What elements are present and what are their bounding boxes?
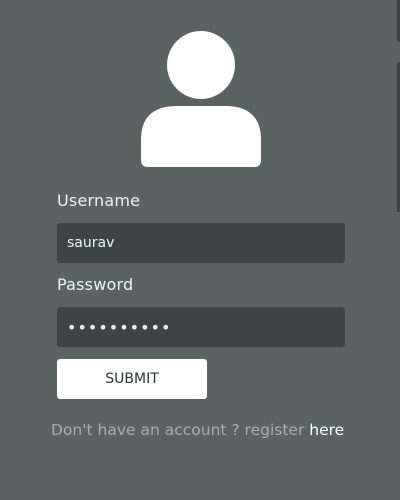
register-prompt: Don't have an account ? register here (51, 421, 371, 439)
submit-button[interactable]: SUBMIT (57, 359, 207, 399)
register-prompt-text: Don't have an account ? register (51, 421, 305, 439)
username-label: Username (57, 191, 141, 210)
user-avatar-icon (141, 30, 261, 167)
password-input[interactable] (57, 307, 345, 347)
login-page: Username Password SUBMIT Don't have an a… (0, 0, 400, 500)
username-input[interactable] (57, 223, 345, 263)
register-here-link[interactable]: here (309, 421, 344, 439)
password-label: Password (57, 275, 134, 294)
